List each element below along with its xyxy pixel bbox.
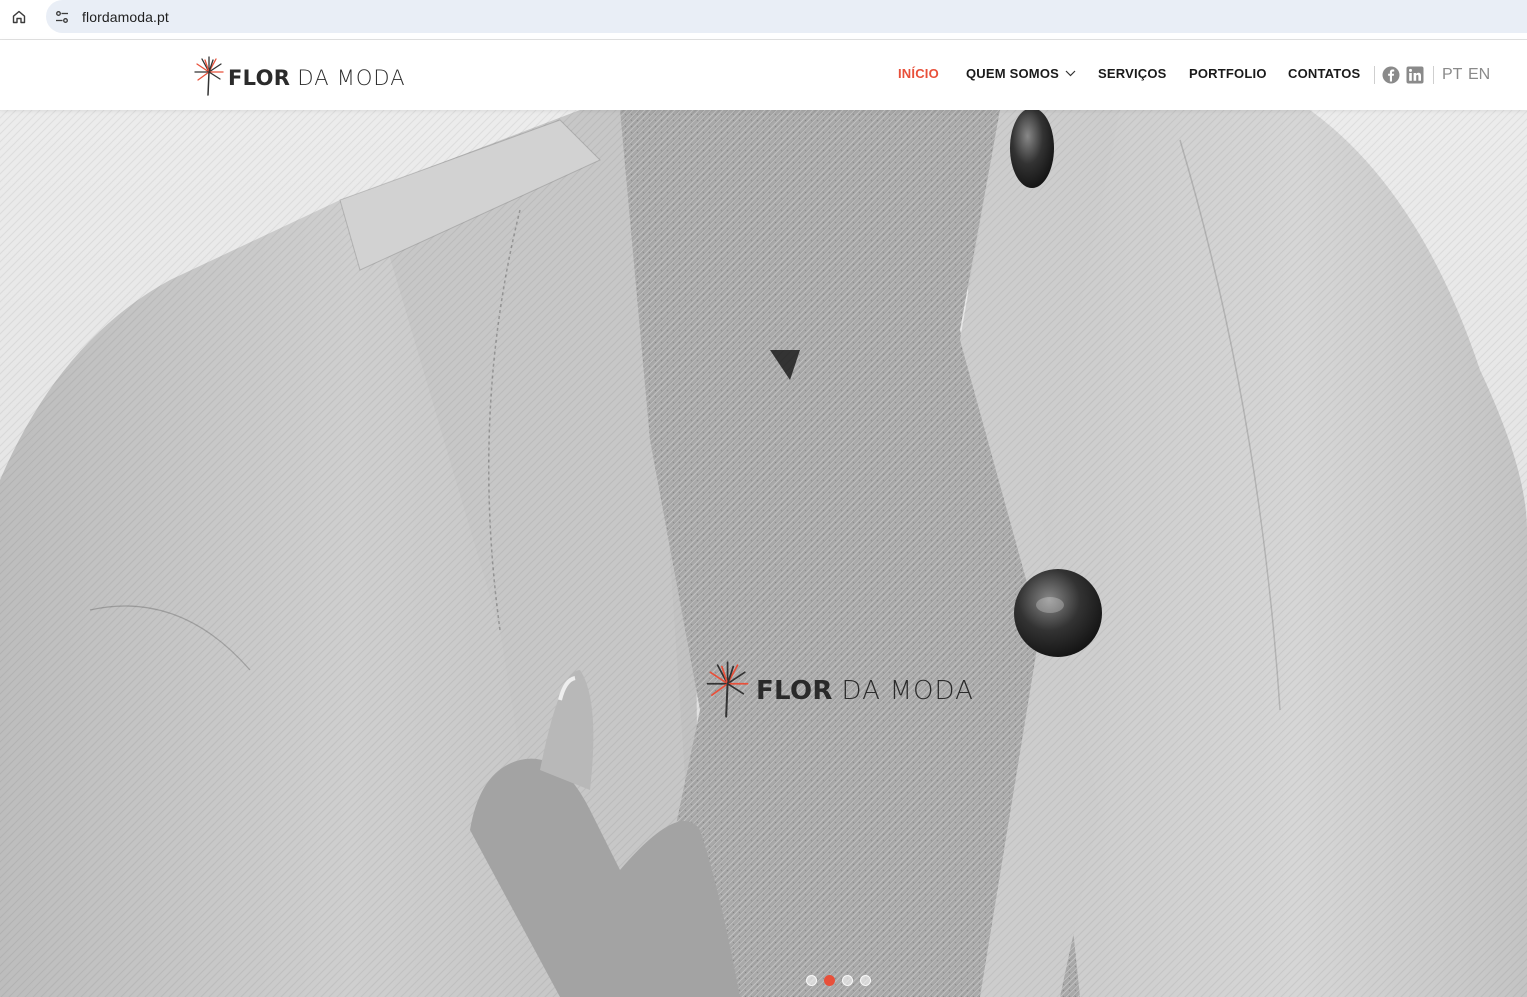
linkedin-icon[interactable] (1406, 66, 1424, 84)
slider-dot-3[interactable] (842, 975, 853, 986)
lang-divider (1433, 66, 1434, 84)
slider-dot-2[interactable] (824, 975, 835, 986)
hero-slider: FLOR DA MODA (0, 110, 1527, 997)
tune-icon (56, 10, 68, 23)
flower-logo-icon (706, 661, 749, 718)
nav-divider (1374, 66, 1375, 84)
address-bar[interactable]: flordamoda.pt (46, 0, 1527, 33)
slider-dot-4[interactable] (860, 975, 871, 986)
slider-dot-1[interactable] (806, 975, 817, 986)
nav-item-portfolio[interactable]: PORTFOLIO (1189, 67, 1267, 81)
home-button[interactable] (8, 6, 30, 28)
hero-logo: FLOR DA MODA (706, 658, 974, 718)
slider-dots (806, 975, 871, 986)
facebook-icon[interactable] (1382, 66, 1400, 84)
nav-item-inicio[interactable]: INÍCIO (898, 67, 939, 81)
nav-item-quem-somos-label: QUEM SOMOS (966, 66, 1060, 81)
logo-wordmark: FLOR DA MODA (228, 65, 406, 90)
chevron-down-icon (1065, 70, 1076, 76)
lang-en[interactable]: EN (1468, 66, 1490, 84)
url-text[interactable]: flordamoda.pt (82, 9, 169, 25)
browser-toolbar: flordamoda.pt (0, 0, 1527, 40)
lang-pt[interactable]: PT (1442, 66, 1462, 84)
nav-item-contatos[interactable]: CONTATOS (1288, 67, 1360, 81)
site-logo[interactable]: FLOR DA MODA (194, 54, 406, 96)
site-info-button[interactable] (51, 6, 73, 28)
hero-logo-wordmark: FLOR DA MODA (756, 676, 974, 706)
flower-logo-icon (194, 56, 224, 96)
site-header: FLOR DA MODA INÍCIO QUEM SOMOS SERVIÇOS … (0, 40, 1527, 110)
home-icon (12, 10, 26, 24)
nav-item-quem-somos[interactable]: QUEM SOMOS (966, 67, 1076, 81)
hero-image (0, 110, 1527, 997)
nav-item-servicos[interactable]: SERVIÇOS (1098, 67, 1167, 81)
